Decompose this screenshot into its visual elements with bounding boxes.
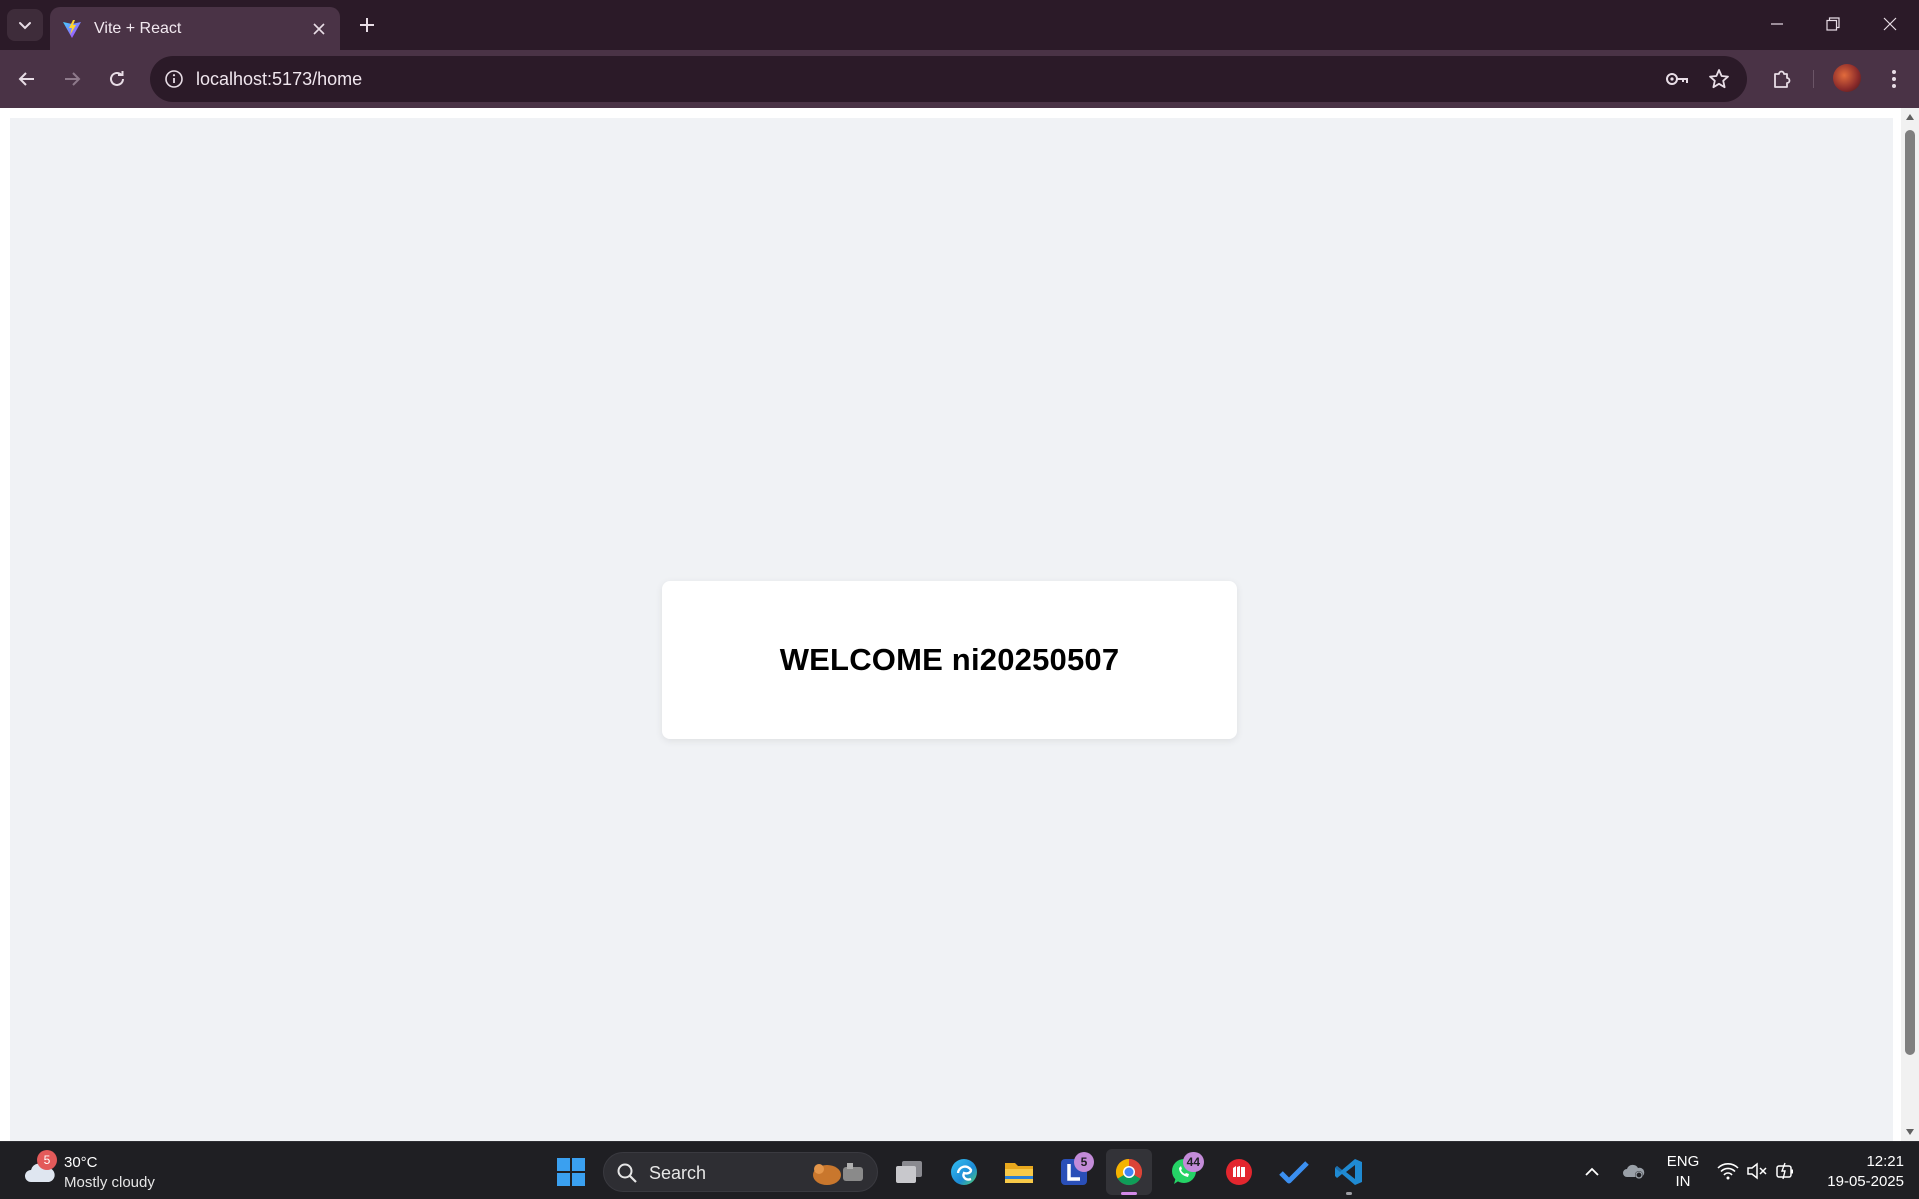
l-app-badge: 5 bbox=[1074, 1152, 1094, 1172]
folder-icon bbox=[1005, 1163, 1033, 1183]
region-code: IN bbox=[1675, 1173, 1691, 1190]
minimize-icon bbox=[1771, 23, 1783, 25]
weather-widget[interactable]: 5 30°C Mostly cloudy bbox=[20, 1150, 170, 1194]
vscode-icon bbox=[1335, 1159, 1362, 1185]
site-info-icon[interactable] bbox=[160, 65, 188, 93]
arrow-left-icon bbox=[18, 72, 34, 86]
weather-badge: 5 bbox=[37, 1150, 57, 1170]
reload-icon bbox=[110, 71, 124, 86]
red-app-icon bbox=[1226, 1159, 1252, 1185]
search-highlight-art-icon bbox=[813, 1163, 863, 1185]
onedrive-cloud-icon[interactable] bbox=[1622, 1159, 1646, 1183]
language-code: ENG bbox=[1666, 1153, 1700, 1170]
windows-taskbar: 5 30°C Mostly cloudy Search 5 44 ENG IN … bbox=[0, 1141, 1919, 1199]
taskbar-app-file-explorer[interactable] bbox=[996, 1149, 1042, 1195]
arrow-right-icon bbox=[65, 72, 81, 86]
search-label: Search bbox=[649, 1163, 707, 1183]
scroll-down-arrow-icon[interactable] bbox=[1905, 1127, 1915, 1137]
tab-search-button[interactable] bbox=[7, 9, 43, 41]
windows-start-icon bbox=[557, 1158, 585, 1186]
scroll-up-arrow-icon[interactable] bbox=[1905, 112, 1915, 122]
language-indicator[interactable]: ENG IN bbox=[1665, 1152, 1701, 1192]
tab-strip: Vite + React bbox=[0, 0, 1919, 50]
whatsapp-badge: 44 bbox=[1182, 1152, 1204, 1172]
scrollbar-thumb[interactable] bbox=[1905, 130, 1915, 1055]
new-tab-button[interactable] bbox=[352, 10, 382, 40]
forward-button[interactable] bbox=[54, 61, 90, 97]
battery-charging-icon[interactable] bbox=[1774, 1159, 1798, 1183]
wifi-icon[interactable] bbox=[1716, 1159, 1740, 1183]
system-clock[interactable]: 12:21 19-05-2025 bbox=[1812, 1152, 1904, 1192]
address-bar[interactable]: localhost:5173/home bbox=[150, 56, 1747, 102]
chrome-icon bbox=[1115, 1158, 1143, 1186]
close-tab-icon[interactable] bbox=[308, 18, 330, 40]
home-page: WELCOME ni20250507 bbox=[10, 118, 1893, 1141]
taskbar-app-l[interactable]: 5 bbox=[1051, 1149, 1097, 1195]
welcome-heading: WELCOME ni20250507 bbox=[779, 642, 1120, 677]
welcome-card: WELCOME ni20250507 bbox=[662, 581, 1237, 739]
page-viewport: WELCOME ni20250507 bbox=[0, 108, 1919, 1141]
taskbar-app-whatsapp[interactable]: 44 bbox=[1161, 1149, 1207, 1195]
show-hidden-icons-chevron-up-icon[interactable] bbox=[1580, 1159, 1604, 1183]
back-button[interactable] bbox=[9, 61, 45, 97]
taskbar-app-todo[interactable] bbox=[1271, 1149, 1317, 1195]
password-key-icon[interactable] bbox=[1663, 65, 1691, 93]
bookmark-star-icon[interactable] bbox=[1705, 65, 1733, 93]
clock-time: 12:21 bbox=[1866, 1153, 1904, 1170]
weather-temperature: 30°C bbox=[64, 1154, 98, 1171]
search-icon bbox=[617, 1163, 637, 1183]
taskbar-app-red[interactable] bbox=[1216, 1149, 1262, 1195]
restore-button[interactable] bbox=[1805, 0, 1861, 48]
plus-icon bbox=[360, 18, 374, 32]
kebab-menu-icon[interactable] bbox=[1876, 61, 1912, 97]
close-icon bbox=[1883, 17, 1897, 31]
taskbar-search[interactable]: Search bbox=[603, 1152, 878, 1192]
volume-muted-icon[interactable] bbox=[1745, 1159, 1769, 1183]
reload-button[interactable] bbox=[99, 61, 135, 97]
chrome-active-indicator bbox=[1121, 1192, 1137, 1195]
close-window-button[interactable] bbox=[1862, 0, 1918, 48]
edge-icon bbox=[951, 1159, 977, 1185]
taskbar-app-vscode[interactable] bbox=[1326, 1149, 1372, 1195]
restore-icon bbox=[1826, 17, 1840, 31]
taskbar-app-edge[interactable] bbox=[941, 1149, 987, 1195]
vscode-running-indicator bbox=[1346, 1192, 1352, 1195]
vertical-scrollbar[interactable] bbox=[1901, 108, 1919, 1141]
extensions-puzzle-icon[interactable] bbox=[1764, 61, 1800, 97]
clock-date: 19-05-2025 bbox=[1827, 1173, 1904, 1190]
vite-favicon-icon bbox=[62, 19, 82, 39]
minimize-button[interactable] bbox=[1749, 0, 1805, 48]
chevron-down-icon bbox=[19, 22, 31, 30]
browser-tab[interactable]: Vite + React bbox=[50, 7, 340, 50]
toolbar-divider bbox=[1813, 70, 1814, 88]
taskbar-app-task-view[interactable] bbox=[886, 1149, 932, 1195]
checkmark-icon bbox=[1279, 1161, 1309, 1184]
start-button[interactable] bbox=[548, 1149, 594, 1195]
task-view-icon bbox=[896, 1161, 922, 1183]
taskbar-app-chrome[interactable] bbox=[1106, 1149, 1152, 1195]
weather-condition: Mostly cloudy bbox=[64, 1174, 155, 1191]
browser-toolbar: localhost:5173/home bbox=[0, 50, 1919, 108]
tab-title: Vite + React bbox=[94, 19, 182, 37]
url-text[interactable]: localhost:5173/home bbox=[196, 69, 362, 90]
profile-avatar[interactable] bbox=[1833, 64, 1861, 92]
